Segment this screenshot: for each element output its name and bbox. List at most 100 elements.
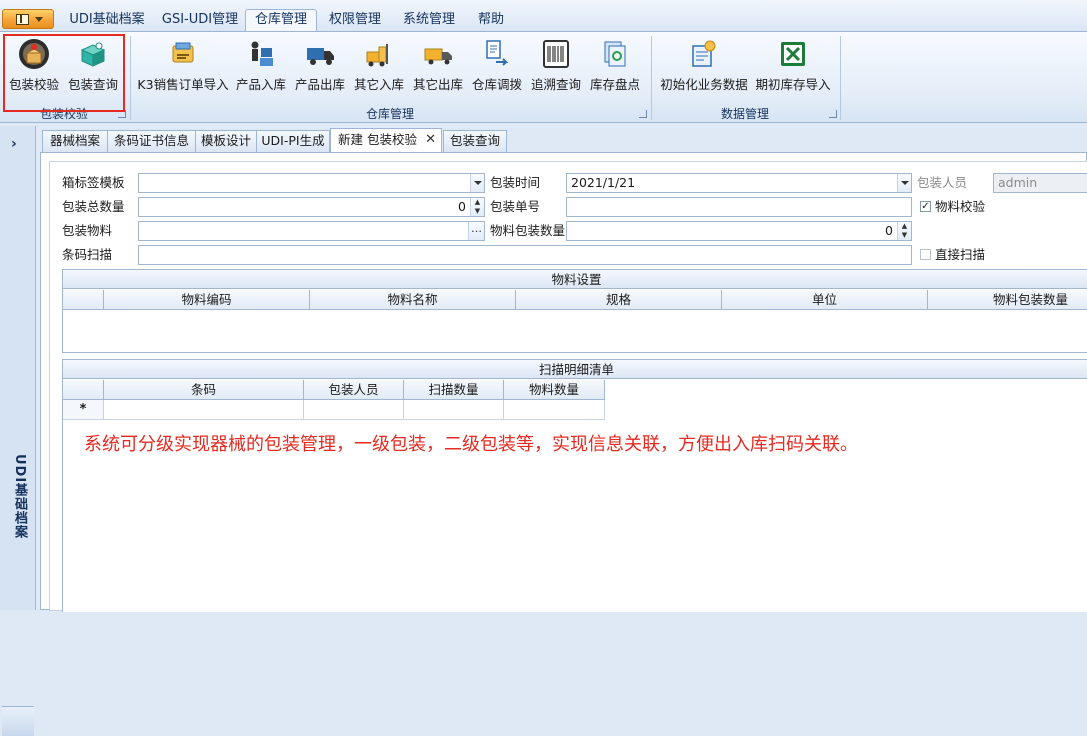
- row-indicator-header: [63, 290, 104, 310]
- init-data-button[interactable]: 初始化业务数据: [656, 36, 752, 100]
- total-qty-stepper[interactable]: 0 ▲ ▼: [138, 197, 485, 217]
- material-pack-qty-label: 物料包装数量: [490, 223, 566, 238]
- package-check-button[interactable]: 包装校验: [6, 36, 62, 100]
- other-outbound-icon: [424, 48, 452, 65]
- left-panel-title[interactable]: UDI基础档案: [7, 454, 29, 539]
- packer-field: admin: [993, 173, 1087, 193]
- chevron-down-icon[interactable]: [470, 174, 484, 192]
- chevron-down-icon: [35, 17, 43, 22]
- menu-tab-gsi-udi[interactable]: GSI-UDI管理: [157, 9, 243, 31]
- document-tabs: 器械档案 条码证书信息 模板设计 UDI-PI生成 新建 包装校验 ✕ 包装查询: [40, 128, 1087, 152]
- pack-material-picker[interactable]: …: [138, 221, 485, 241]
- document-icon: [16, 14, 29, 25]
- packer-value: admin: [998, 175, 1038, 190]
- column-header[interactable]: 条码: [104, 380, 304, 400]
- k3-import-label: K3销售订单导入: [137, 77, 229, 92]
- other-outbound-label: 其它出库: [412, 77, 463, 92]
- package-query-button[interactable]: 包装查询: [63, 36, 123, 100]
- box-label-template-select[interactable]: [138, 173, 485, 193]
- new-row-cell[interactable]: [104, 400, 304, 420]
- package-query-label: 包装查询: [67, 77, 118, 92]
- chevron-down-icon[interactable]: [897, 174, 911, 192]
- ellipsis-icon[interactable]: …: [468, 222, 484, 240]
- barcode-scan-input[interactable]: [138, 245, 912, 265]
- ribbon-separator: [840, 36, 841, 120]
- doc-tab-device-archive[interactable]: 器械档案: [42, 130, 108, 152]
- pack-no-field[interactable]: [566, 197, 912, 217]
- column-header[interactable]: 规格: [516, 290, 722, 310]
- excel-import-button[interactable]: 期初库存导入: [754, 36, 832, 100]
- row-indicator-header: [63, 380, 104, 400]
- column-header[interactable]: 单位: [722, 290, 928, 310]
- group-launcher-icon[interactable]: [829, 110, 837, 118]
- product-outbound-label: 产品出库: [294, 77, 345, 92]
- spin-arrows-icon[interactable]: ▲ ▼: [470, 198, 484, 216]
- material-pack-qty-stepper[interactable]: 0 ▲ ▼: [566, 221, 912, 241]
- inventory-count-label: 库存盘点: [589, 77, 640, 92]
- group-launcher-icon[interactable]: [118, 110, 126, 118]
- material-pack-qty-value: 0: [885, 223, 893, 238]
- left-nav-panel: › UDI基础档案: [0, 126, 36, 736]
- menu-tab-help[interactable]: 帮助: [468, 9, 514, 31]
- group-launcher-icon[interactable]: [639, 110, 647, 118]
- other-inbound-label: 其它入库: [353, 77, 404, 92]
- menu-tab-system[interactable]: 系统管理: [394, 9, 464, 31]
- trace-query-label: 追溯查询: [530, 77, 581, 92]
- pack-time-value: 2021/1/21: [571, 175, 636, 190]
- application-menu-button[interactable]: [2, 9, 54, 29]
- spin-arrows-icon[interactable]: ▲ ▼: [897, 222, 911, 240]
- init-data-label: 初始化业务数据: [660, 77, 748, 92]
- other-outbound-button[interactable]: 其它出库: [410, 36, 466, 100]
- new-row-cell[interactable]: [504, 400, 605, 420]
- init-data-icon: [692, 40, 716, 67]
- panel-grip[interactable]: [2, 706, 34, 736]
- excel-import-label: 期初库存导入: [755, 77, 831, 92]
- column-header[interactable]: 包装人员: [304, 380, 404, 400]
- packer-label: 包装人员: [917, 175, 968, 190]
- doc-tab-udi-pi[interactable]: UDI-PI生成: [256, 130, 330, 152]
- menu-tab-udi-basic[interactable]: UDI基础档案: [58, 9, 156, 31]
- menu-tab-permission[interactable]: 权限管理: [320, 9, 390, 31]
- total-qty-value: 0: [458, 199, 466, 214]
- product-inbound-button[interactable]: 产品入库: [233, 36, 289, 100]
- inventory-count-icon: [604, 41, 626, 67]
- product-outbound-icon: [307, 48, 334, 65]
- doc-tab-new-package-check[interactable]: 新建 包装校验 ✕: [330, 128, 442, 152]
- doc-tab-template-design[interactable]: 模板设计: [195, 130, 257, 152]
- warehouse-transfer-button[interactable]: 仓库调拨: [469, 36, 525, 100]
- scan-grid-title: 扫描明细清单: [63, 360, 1087, 379]
- package-check-icon: [19, 39, 49, 69]
- pack-material-label: 包装物料: [62, 223, 113, 238]
- chevron-right-icon[interactable]: ›: [11, 136, 17, 152]
- ribbon-group-label-package: 包装校验: [39, 107, 88, 121]
- direct-scan-label: 直接扫描: [935, 247, 986, 262]
- pack-time-picker[interactable]: 2021/1/21: [566, 173, 912, 193]
- package-check-label: 包装校验: [8, 77, 59, 92]
- excel-import-icon: [781, 42, 805, 66]
- product-outbound-button[interactable]: 产品出库: [292, 36, 348, 100]
- total-qty-label: 包装总数量: [62, 199, 125, 214]
- doc-tab-package-query[interactable]: 包装查询: [443, 130, 507, 152]
- doc-tab-barcode-cert[interactable]: 条码证书信息: [107, 130, 196, 152]
- direct-scan-checkbox[interactable]: [920, 249, 931, 260]
- other-inbound-button[interactable]: 其它入库: [351, 36, 407, 100]
- material-check-checkbox[interactable]: ✓: [920, 201, 931, 212]
- new-row-cell[interactable]: [304, 400, 404, 420]
- close-icon[interactable]: ✕: [425, 129, 436, 151]
- inventory-count-button[interactable]: 库存盘点: [587, 36, 643, 100]
- trace-query-button[interactable]: 追溯查询: [528, 36, 584, 100]
- column-header[interactable]: 物料包装数量: [928, 290, 1087, 310]
- material-grid-title: 物料设置: [63, 270, 1087, 289]
- new-row-indicator: *: [63, 400, 104, 420]
- barcode-scan-label: 条码扫描: [62, 247, 113, 262]
- annotation-note: 系统可分级实现器械的包装管理，一级包装，二级包装等，实现信息关联，方便出入库扫码…: [84, 434, 858, 455]
- column-header[interactable]: 物料名称: [310, 290, 516, 310]
- warehouse-transfer-label: 仓库调拨: [471, 77, 522, 92]
- new-row-cell[interactable]: [404, 400, 504, 420]
- column-header[interactable]: 物料编码: [104, 290, 310, 310]
- warehouse-transfer-icon: [486, 40, 509, 66]
- k3-import-button[interactable]: K3销售订单导入: [136, 36, 230, 100]
- column-header[interactable]: 物料数量: [504, 380, 605, 400]
- column-header[interactable]: 扫描数量: [404, 380, 504, 400]
- menu-tab-warehouse[interactable]: 仓库管理: [245, 9, 317, 31]
